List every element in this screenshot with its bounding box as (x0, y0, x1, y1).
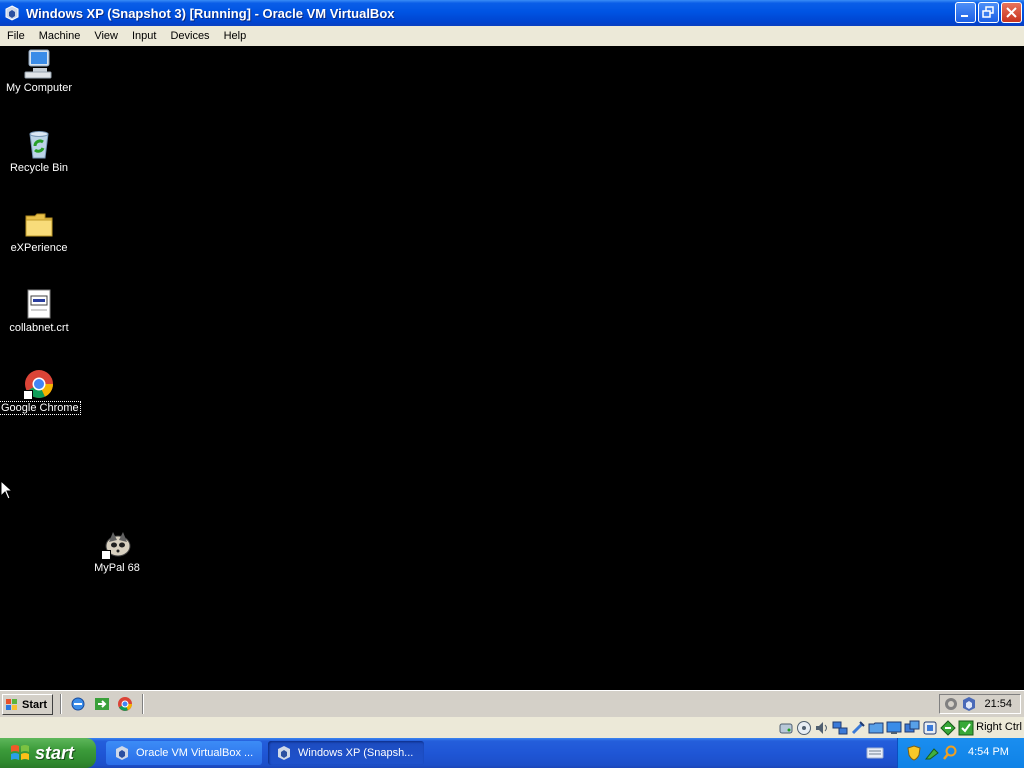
desktop-icon-label: collabnet.crt (9, 322, 69, 334)
host-clock: 4:54 PM (968, 746, 1009, 758)
vm-status-bar: Right Ctrl (0, 717, 1024, 738)
network-status-icon[interactable] (832, 720, 848, 736)
menu-help[interactable]: Help (217, 30, 254, 42)
search-tray-icon[interactable] (942, 745, 958, 761)
menu-machine[interactable]: Machine (32, 30, 88, 42)
desktop-icon-label: My Computer (5, 82, 73, 94)
guest-additions-tray-icon[interactable] (943, 696, 959, 712)
taskbar-button-label: Oracle VM VirtualBox ... (136, 747, 254, 759)
mouse-integration-status-icon[interactable] (940, 720, 956, 736)
minimize-button[interactable] (955, 2, 976, 23)
computer-icon (23, 48, 55, 80)
desktop-icon-collabnet-crt[interactable]: collabnet.crt (0, 288, 78, 334)
network-tray-icon[interactable] (924, 745, 940, 761)
folder-icon (23, 208, 55, 240)
desktop-icon-label: Google Chrome (0, 401, 81, 415)
certificate-icon (23, 288, 55, 320)
guest-taskbar: Start 21:54 (0, 690, 1024, 717)
audio-status-icon[interactable] (814, 720, 830, 736)
host-start-button[interactable]: start (0, 738, 96, 768)
virtualbox-icon (116, 746, 128, 760)
desktop-icon-google-chrome[interactable]: Google Chrome (0, 368, 81, 415)
display-status-icon[interactable] (886, 720, 902, 736)
menu-devices[interactable]: Devices (163, 30, 216, 42)
close-button[interactable] (1001, 2, 1022, 23)
show-desktop-quicklaunch-icon[interactable] (94, 696, 110, 712)
guest-clock: 21:54 (984, 698, 1012, 710)
windows-flag-icon (11, 745, 29, 760)
desktop-icon-label: Recycle Bin (9, 162, 69, 174)
video-capture-status-icon[interactable] (904, 720, 920, 736)
host-start-label: start (35, 742, 75, 763)
virtualization-status-icon[interactable] (922, 720, 938, 736)
desktop-icon-label: eXPerience (10, 242, 68, 254)
virtualbox-tray-icon[interactable] (961, 696, 977, 712)
menu-bar: File Machine View Input Devices Help (0, 26, 1024, 46)
host-key-label: Right Ctrl (976, 721, 1022, 733)
ie-quicklaunch-icon[interactable] (70, 696, 86, 712)
vm-window-icon (278, 746, 290, 760)
chrome-icon (23, 368, 55, 400)
recycle-bin-icon (23, 128, 55, 160)
menu-view[interactable]: View (87, 30, 125, 42)
taskbar-button-label: Windows XP (Snapsh... (298, 747, 414, 759)
taskbar-button-virtualbox-manager[interactable]: Oracle VM VirtualBox ... (106, 741, 262, 765)
windows-flag-icon (6, 698, 17, 710)
shortcut-arrow-icon (101, 550, 111, 560)
virtualbox-icon (5, 5, 19, 21)
keyboard-capture-status-icon[interactable] (958, 720, 974, 736)
host-system-tray: 4:54 PM (897, 738, 1024, 768)
taskbar-separator (142, 694, 144, 714)
shortcut-arrow-icon (23, 390, 33, 400)
usb-status-icon[interactable] (850, 720, 866, 736)
hard-disk-status-icon[interactable] (778, 720, 794, 736)
desktop-icon-label: MyPal 68 (94, 562, 140, 574)
menu-input[interactable]: Input (125, 30, 163, 42)
mypal-icon (101, 528, 133, 560)
guest-system-tray: 21:54 (939, 694, 1021, 714)
restore-button[interactable] (978, 2, 999, 23)
restore-icon (982, 6, 994, 18)
window-title: Windows XP (Snapshot 3) [Running] - Orac… (26, 5, 395, 21)
desktop-icon-my-computer[interactable]: My Computer (0, 48, 78, 94)
optical-drive-status-icon[interactable] (796, 720, 812, 736)
mouse-cursor-icon (0, 480, 12, 500)
desktop-icon-recycle-bin[interactable]: Recycle Bin (0, 128, 78, 174)
minimize-icon (961, 15, 968, 17)
taskbar-button-vm-window[interactable]: Windows XP (Snapsh... (268, 741, 424, 765)
menu-file[interactable]: File (0, 30, 32, 42)
guest-desktop[interactable]: My Computer Recycle Bin eXPerience colla… (0, 46, 1024, 690)
close-icon (1006, 7, 1017, 18)
window-titlebar[interactable]: Windows XP (Snapshot 3) [Running] - Orac… (0, 0, 1024, 26)
desktop-icon-mypal[interactable]: MyPal 68 (78, 528, 156, 574)
guest-start-button[interactable]: Start (2, 694, 53, 715)
taskbar-separator (60, 694, 62, 714)
guest-start-label: Start (22, 698, 48, 711)
security-shield-icon[interactable] (906, 745, 922, 761)
shared-folders-status-icon[interactable] (868, 720, 884, 736)
chrome-quicklaunch-icon[interactable] (117, 696, 133, 712)
desktop-icon-experience[interactable]: eXPerience (0, 208, 78, 254)
host-taskbar: start Oracle VM VirtualBox ... Windows X… (0, 738, 1024, 768)
keyboard-layout-icon[interactable] (866, 746, 884, 760)
